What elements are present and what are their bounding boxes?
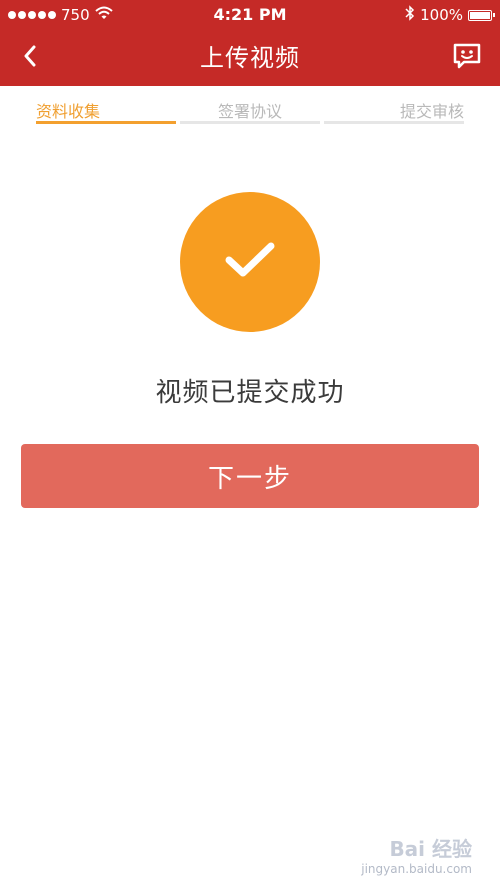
status-right: 100% — [405, 5, 495, 25]
watermark: Bai 经验 jingyan.baidu.com — [361, 833, 472, 876]
success-badge — [180, 192, 320, 332]
battery-percent: 100% — [420, 6, 463, 24]
checkmark-icon — [223, 240, 277, 284]
step-label-review: 提交审核 — [399, 102, 464, 121]
upload-video-screen: 750 4:21 PM 100% 上传视频 资料收集 签署协议 提交审核 视频已… — [0, 0, 500, 890]
status-bar: 750 4:21 PM 100% — [0, 0, 500, 30]
success-message: 视频已提交成功 — [155, 378, 345, 408]
customer-service-button[interactable] — [448, 39, 486, 77]
step-label-sign: 签署协议 — [218, 102, 283, 121]
page-title: 上传视频 — [200, 44, 300, 72]
next-step-button[interactable]: 下一步 — [21, 444, 479, 508]
nav-bar: 上传视频 — [0, 30, 500, 86]
step-bar-sign — [180, 121, 320, 124]
step-label-collect: 资料收集 — [36, 102, 101, 121]
progress-steps: 资料收集 签署协议 提交审核 — [36, 96, 464, 128]
battery-icon — [468, 9, 495, 21]
watermark-url: jingyan.baidu.com — [361, 862, 472, 876]
bluetooth-icon — [405, 5, 415, 25]
header-area: 750 4:21 PM 100% 上传视频 — [0, 0, 500, 86]
chat-bubble-icon — [452, 41, 482, 75]
watermark-brand: Bai 经验 — [389, 837, 472, 861]
step-bar-collect — [36, 121, 176, 124]
step-bar-review — [324, 121, 464, 124]
